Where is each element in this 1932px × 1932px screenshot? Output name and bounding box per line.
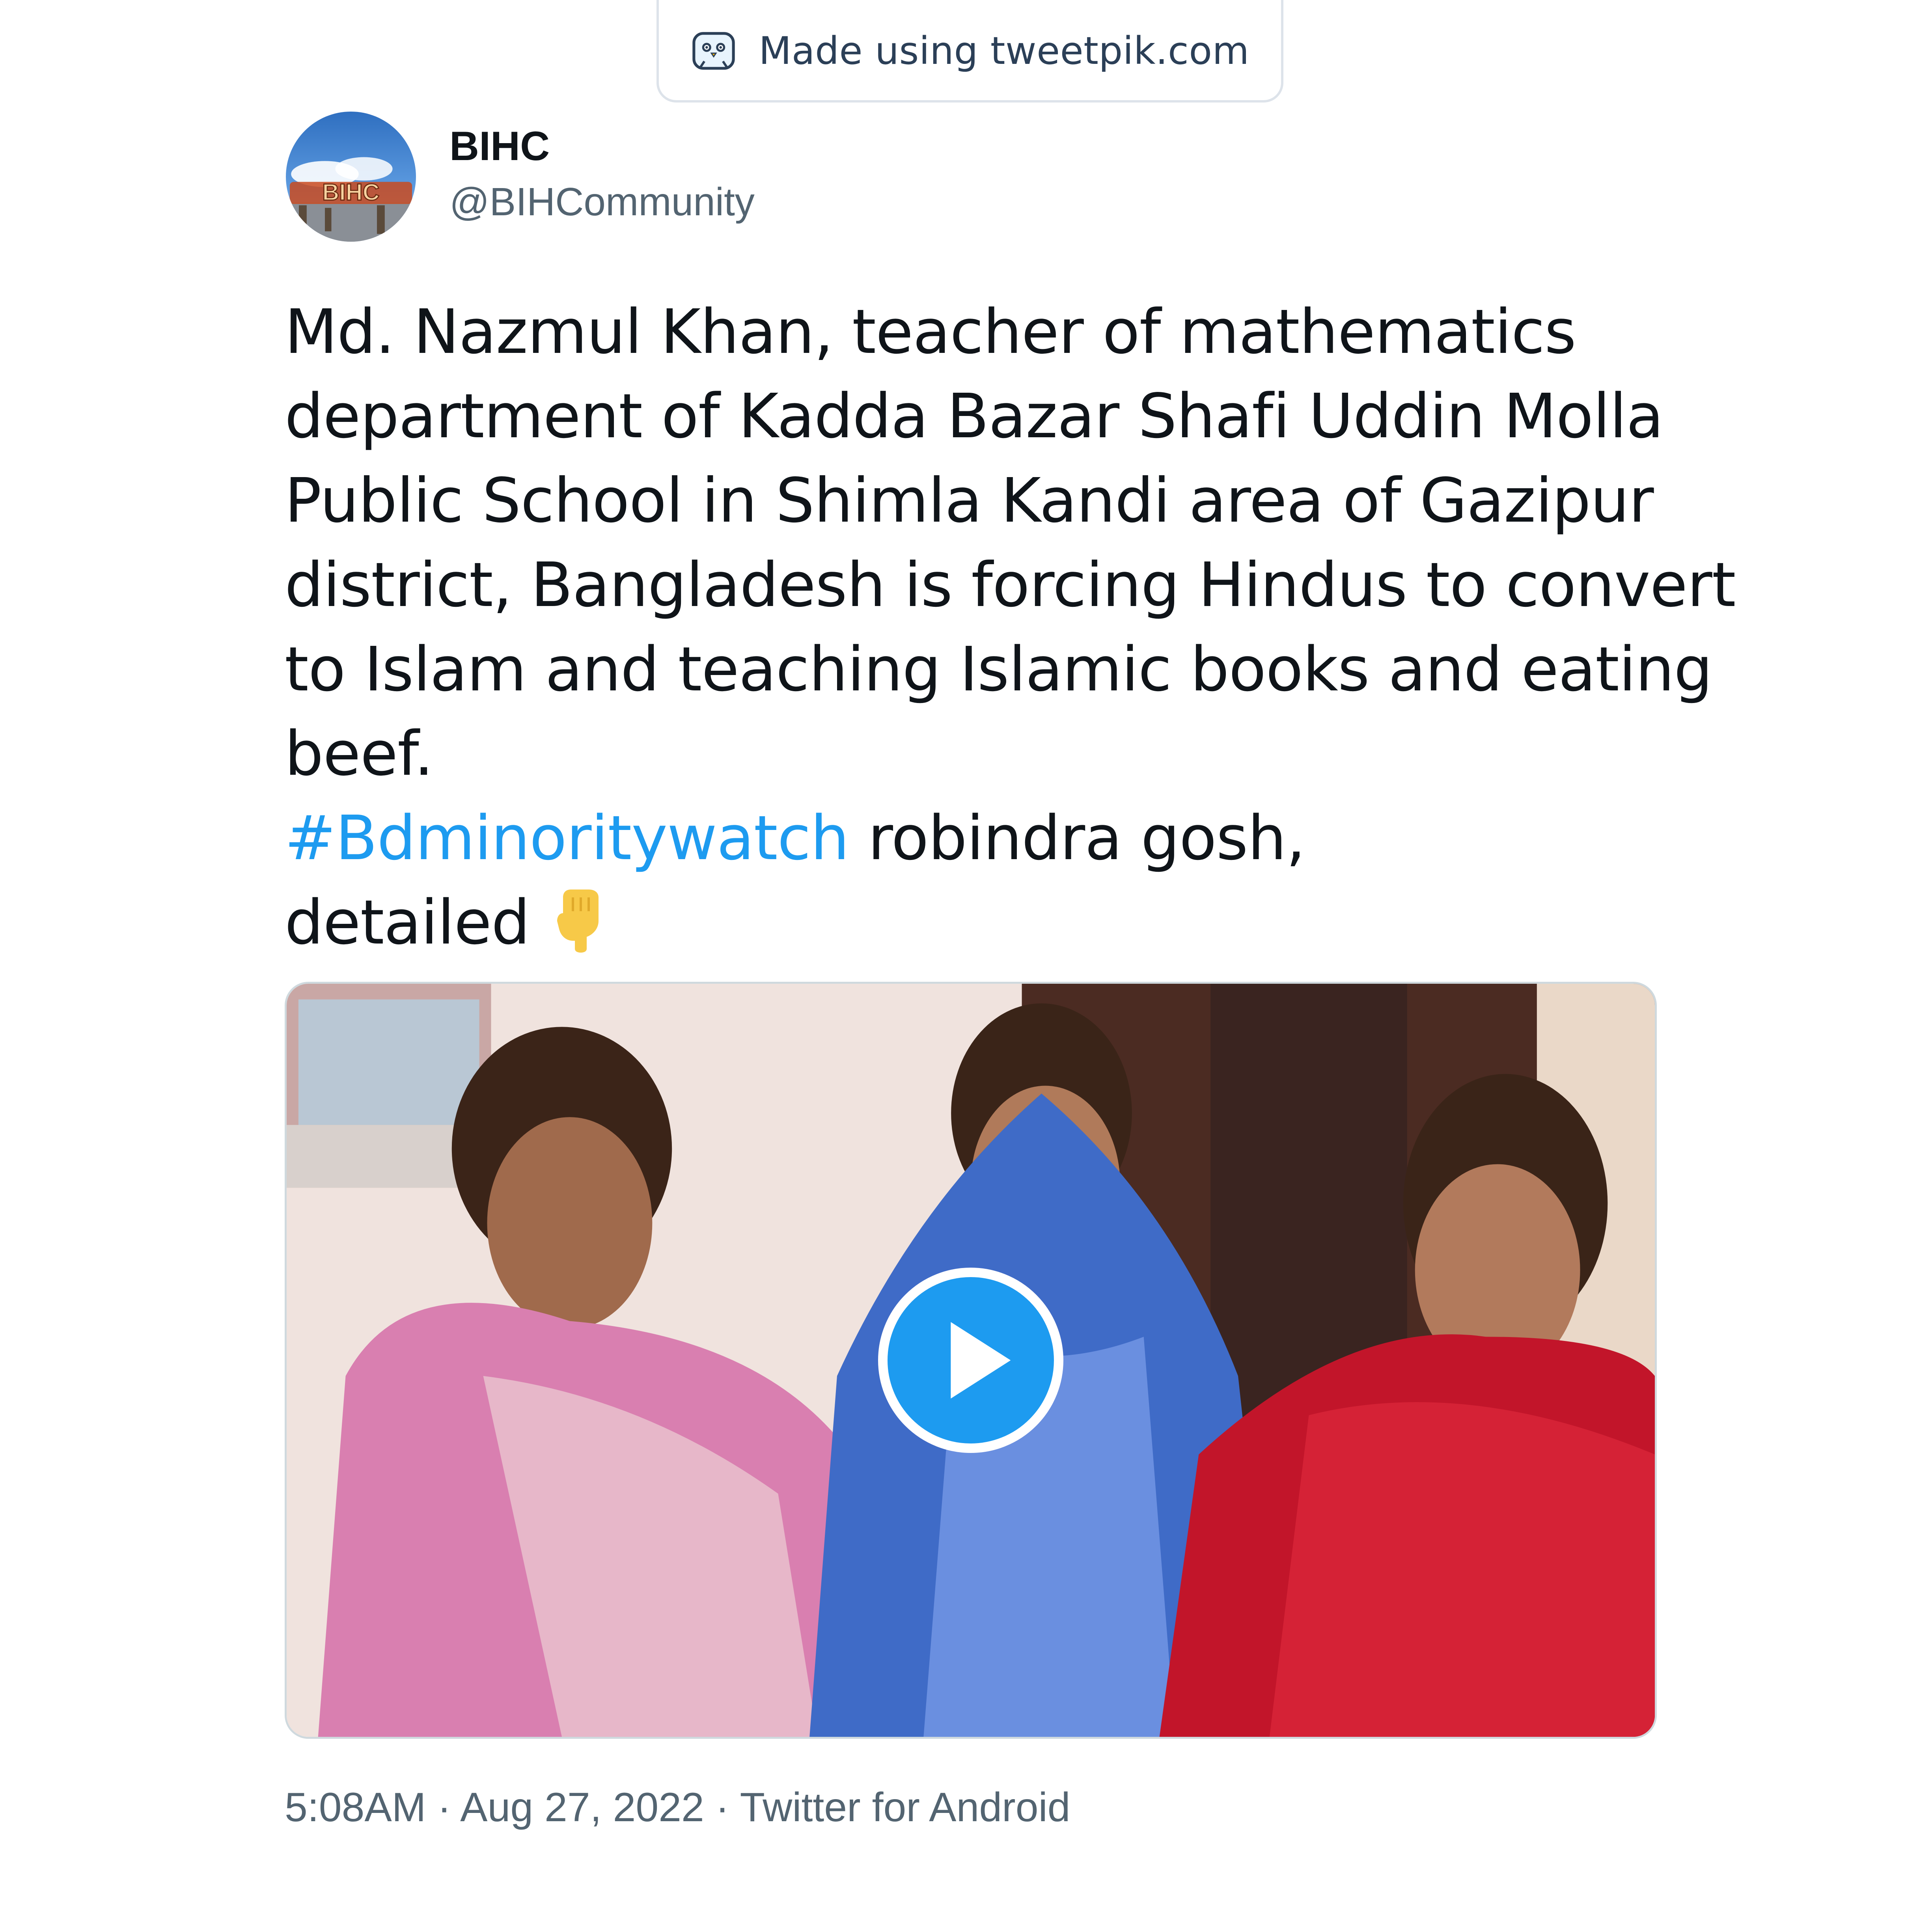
meta-separator: · xyxy=(426,1785,461,1830)
tweet-line: Public School in Shimla Kandi area of Ga… xyxy=(285,465,1654,536)
tweet-line: Md. Nazmul Khan, teacher of mathematics xyxy=(285,296,1576,367)
tweet-line: beef. xyxy=(285,718,434,789)
tweetpik-watermark[interactable]: Made using tweetpik.com xyxy=(656,0,1283,103)
video-thumbnail[interactable] xyxy=(285,982,1657,1739)
play-icon xyxy=(951,1322,1011,1399)
watermark-text: Made using tweetpik.com xyxy=(759,29,1249,73)
play-button[interactable] xyxy=(878,1268,1063,1453)
display-name[interactable]: BIHC xyxy=(449,123,550,170)
tweet-time[interactable]: 5:08AM xyxy=(285,1785,426,1830)
pointing-down-emoji-icon xyxy=(553,886,608,953)
bihc-logo-avatar: BIHC xyxy=(286,112,416,242)
tweet-line: department of Kadda Bazar Shafi Uddin Mo… xyxy=(285,380,1664,452)
avatar[interactable]: BIHC xyxy=(286,112,416,242)
tweetpik-bird-icon xyxy=(690,28,737,74)
tweet-last-word: detailed xyxy=(285,887,530,958)
tweet-line-last: detailed xyxy=(285,880,1673,965)
tweet-meta: 5:08AM · Aug 27, 2022 · Twitter for Andr… xyxy=(285,1784,1070,1831)
avatar-logo-text: BIHC xyxy=(322,179,379,205)
hashtag-link[interactable]: #Bdminoritywatch xyxy=(285,802,849,874)
meta-separator: · xyxy=(704,1785,740,1830)
tweet-line: to Islam and teaching Islamic books and … xyxy=(285,634,1713,705)
tweet-date[interactable]: Aug 27, 2022 xyxy=(460,1785,704,1830)
tweet-source: Twitter for Android xyxy=(740,1785,1070,1830)
tweet-text: Md. Nazmul Khan, teacher of mathematics … xyxy=(285,290,1736,965)
handle[interactable]: @BIHCommunity xyxy=(449,179,755,225)
hashtag-suffix: robindra gosh, xyxy=(849,802,1305,874)
hashtag-line: #Bdminoritywatch robindra gosh, xyxy=(285,796,1673,880)
tweet-line: district, Bangladesh is forcing Hindus t… xyxy=(285,549,1736,621)
